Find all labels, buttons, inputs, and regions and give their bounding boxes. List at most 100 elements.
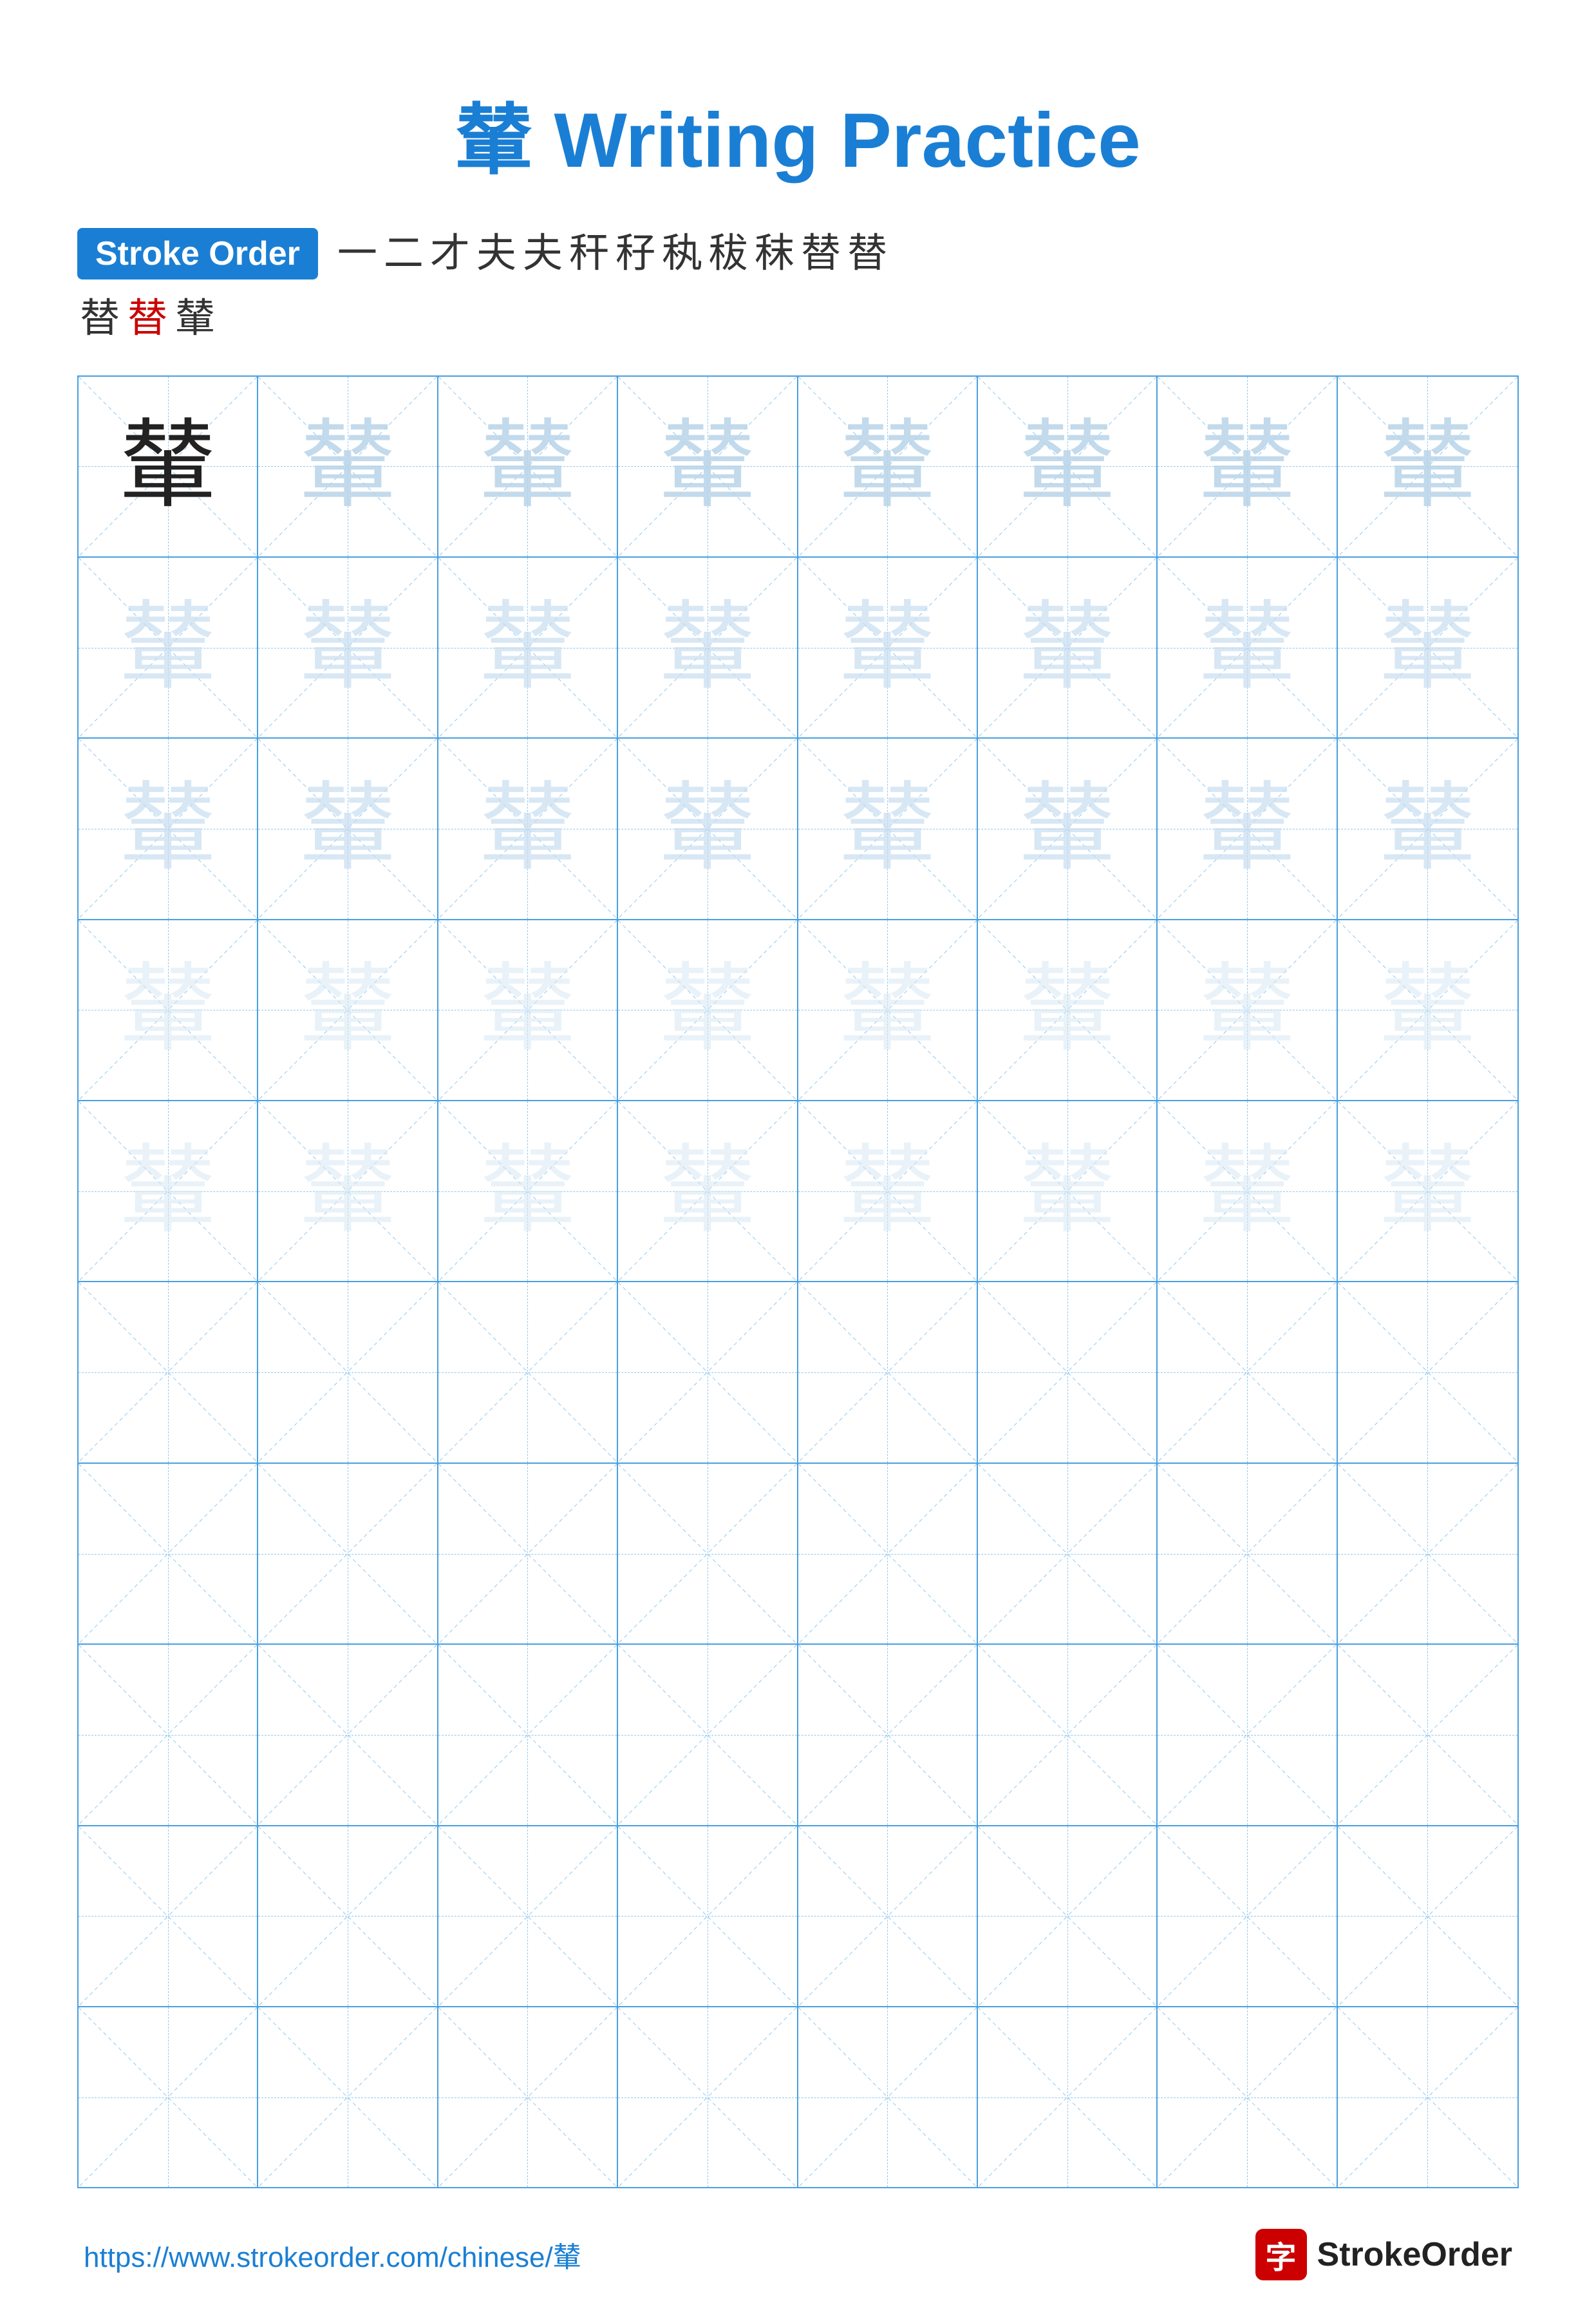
footer-url[interactable]: https://www.strokeorder.com/chinese/輦 — [84, 2234, 581, 2275]
grid-cell[interactable]: 輦 — [618, 377, 798, 556]
grid-cell-empty[interactable] — [438, 1645, 618, 1824]
practice-char-dark: 輦 — [120, 418, 216, 515]
grid-cell-empty[interactable] — [978, 1464, 1158, 1643]
grid-cell-empty[interactable] — [79, 1282, 258, 1462]
grid-cell-empty[interactable] — [1158, 1826, 1337, 2006]
grid-row: 輦 輦 輦 輦 輦 — [79, 377, 1517, 558]
stroke-line2: 替 替 輦 — [77, 285, 1519, 343]
grid-cell[interactable]: 輦 — [798, 377, 978, 556]
grid-cell[interactable]: 輦 — [978, 920, 1158, 1100]
grid-cell[interactable]: 輦 — [1158, 558, 1337, 737]
grid-cell-empty[interactable] — [1158, 1464, 1337, 1643]
grid-cell[interactable]: 輦 — [438, 558, 618, 737]
grid-cell[interactable]: 輦 — [798, 739, 978, 918]
grid-cell-empty[interactable] — [978, 1826, 1158, 2006]
grid-cell-empty[interactable] — [618, 1645, 798, 1824]
grid-cell[interactable]: 輦 — [978, 1101, 1158, 1281]
grid-cell[interactable]: 輦 — [978, 739, 1158, 918]
grid-cell[interactable]: 輦 — [1338, 1101, 1517, 1281]
grid-cell-empty[interactable] — [258, 1464, 438, 1643]
grid-cell[interactable]: 輦 — [1338, 739, 1517, 918]
grid-cell-empty[interactable] — [1338, 1282, 1517, 1462]
grid-cell[interactable]: 輦 — [1158, 739, 1337, 918]
grid-cell-empty[interactable] — [798, 2007, 978, 2187]
grid-cell-empty[interactable] — [79, 1645, 258, 1824]
grid-cell-empty[interactable] — [1338, 1826, 1517, 2006]
grid-cell[interactable]: 輦 — [798, 1101, 978, 1281]
grid-row: 輦 輦 輦 輦 輦 輦 輦 輦 — [79, 739, 1517, 920]
grid-cell-empty[interactable] — [438, 1464, 618, 1643]
grid-cell-empty[interactable] — [258, 1645, 438, 1824]
grid-cell-empty[interactable] — [798, 1645, 978, 1824]
grid-row-empty — [79, 1282, 1517, 1463]
grid-cell-empty[interactable] — [798, 1464, 978, 1643]
grid-cell[interactable]: 輦 — [438, 377, 618, 556]
grid-cell-empty[interactable] — [79, 1826, 258, 2006]
grid-cell[interactable]: 輦 — [79, 558, 258, 737]
grid-cell[interactable]: 輦 — [438, 1101, 618, 1281]
grid-row-empty — [79, 2007, 1517, 2187]
stroke-order-badge: Stroke Order — [77, 228, 318, 279]
grid-cell-empty[interactable] — [79, 1464, 258, 1643]
grid-cell[interactable]: 輦 — [618, 1101, 798, 1281]
grid-cell[interactable]: 輦 — [438, 920, 618, 1100]
grid-cell-empty[interactable] — [438, 1826, 618, 2006]
grid-cell[interactable]: 輦 — [79, 1101, 258, 1281]
grid-cell-empty[interactable] — [258, 1826, 438, 2006]
grid-cell-empty[interactable] — [79, 2007, 258, 2187]
brand-icon: 字 — [1255, 2229, 1307, 2280]
footer-brand: 字 StrokeOrder — [1255, 2229, 1512, 2280]
grid-cell-empty[interactable] — [438, 2007, 618, 2187]
grid-cell[interactable]: 輦 — [79, 377, 258, 556]
grid-cell[interactable]: 輦 — [79, 739, 258, 918]
grid-cell[interactable]: 輦 — [798, 558, 978, 737]
grid-cell-empty[interactable] — [618, 1464, 798, 1643]
grid-cell-empty[interactable] — [1158, 2007, 1337, 2187]
grid-cell[interactable]: 輦 — [1338, 377, 1517, 556]
grid-cell-empty[interactable] — [798, 1826, 978, 2006]
grid-cell-empty[interactable] — [258, 2007, 438, 2187]
grid-cell[interactable]: 輦 — [618, 739, 798, 918]
grid-cell[interactable]: 輦 — [618, 558, 798, 737]
practice-char-light: 輦 — [839, 418, 935, 515]
practice-char-light: 輦 — [1019, 418, 1116, 515]
grid-cell-empty[interactable] — [618, 1826, 798, 2006]
grid-cell-empty[interactable] — [1338, 1464, 1517, 1643]
grid-cell-empty[interactable] — [618, 2007, 798, 2187]
grid-cell-empty[interactable] — [978, 1282, 1158, 1462]
grid-cell-empty[interactable] — [798, 1282, 978, 1462]
practice-char-light: 輦 — [659, 418, 756, 515]
grid-cell[interactable]: 輦 — [258, 377, 438, 556]
grid-cell-empty[interactable] — [1158, 1645, 1337, 1824]
grid-cell-empty[interactable] — [438, 1282, 618, 1462]
grid-cell[interactable]: 輦 — [1158, 377, 1337, 556]
title-char: 輦 — [455, 97, 532, 184]
grid-cell[interactable]: 輦 — [1338, 558, 1517, 737]
grid-cell[interactable]: 輦 — [1338, 920, 1517, 1100]
grid-cell-empty[interactable] — [258, 1282, 438, 1462]
practice-char-light: 輦 — [1199, 418, 1295, 515]
grid-cell[interactable]: 輦 — [258, 558, 438, 737]
grid-cell[interactable]: 輦 — [618, 920, 798, 1100]
grid-cell[interactable]: 輦 — [1158, 1101, 1337, 1281]
grid-cell[interactable]: 輦 — [978, 377, 1158, 556]
grid-cell-empty[interactable] — [978, 2007, 1158, 2187]
stroke-line1: Stroke Order 一 二 才 夫 夫 秆 秄 秇 秡 秣 替 替 — [77, 228, 1519, 280]
grid-cell-empty[interactable] — [618, 1282, 798, 1462]
grid-cell[interactable]: 輦 — [978, 558, 1158, 737]
grid-row: 輦 輦 輦 輦 輦 輦 輦 輦 — [79, 558, 1517, 739]
grid-cell-empty[interactable] — [1338, 1645, 1517, 1824]
grid-cell[interactable]: 輦 — [1158, 920, 1337, 1100]
stroke-sequence-line1: 一 二 才 夫 夫 秆 秄 秇 秡 秣 替 替 — [337, 228, 1519, 280]
grid-cell[interactable]: 輦 — [258, 920, 438, 1100]
grid-cell-empty[interactable] — [1338, 2007, 1517, 2187]
grid-cell[interactable]: 輦 — [258, 739, 438, 918]
grid-cell[interactable]: 輦 — [258, 1101, 438, 1281]
grid-cell-empty[interactable] — [978, 1645, 1158, 1824]
grid-cell[interactable]: 輦 — [438, 739, 618, 918]
practice-char-light: 輦 — [299, 418, 396, 515]
grid-cell-empty[interactable] — [1158, 1282, 1337, 1462]
grid-cell[interactable]: 輦 — [79, 920, 258, 1100]
grid-row: 輦 輦 輦 輦 輦 輦 輦 輦 — [79, 1101, 1517, 1282]
grid-cell[interactable]: 輦 — [798, 920, 978, 1100]
